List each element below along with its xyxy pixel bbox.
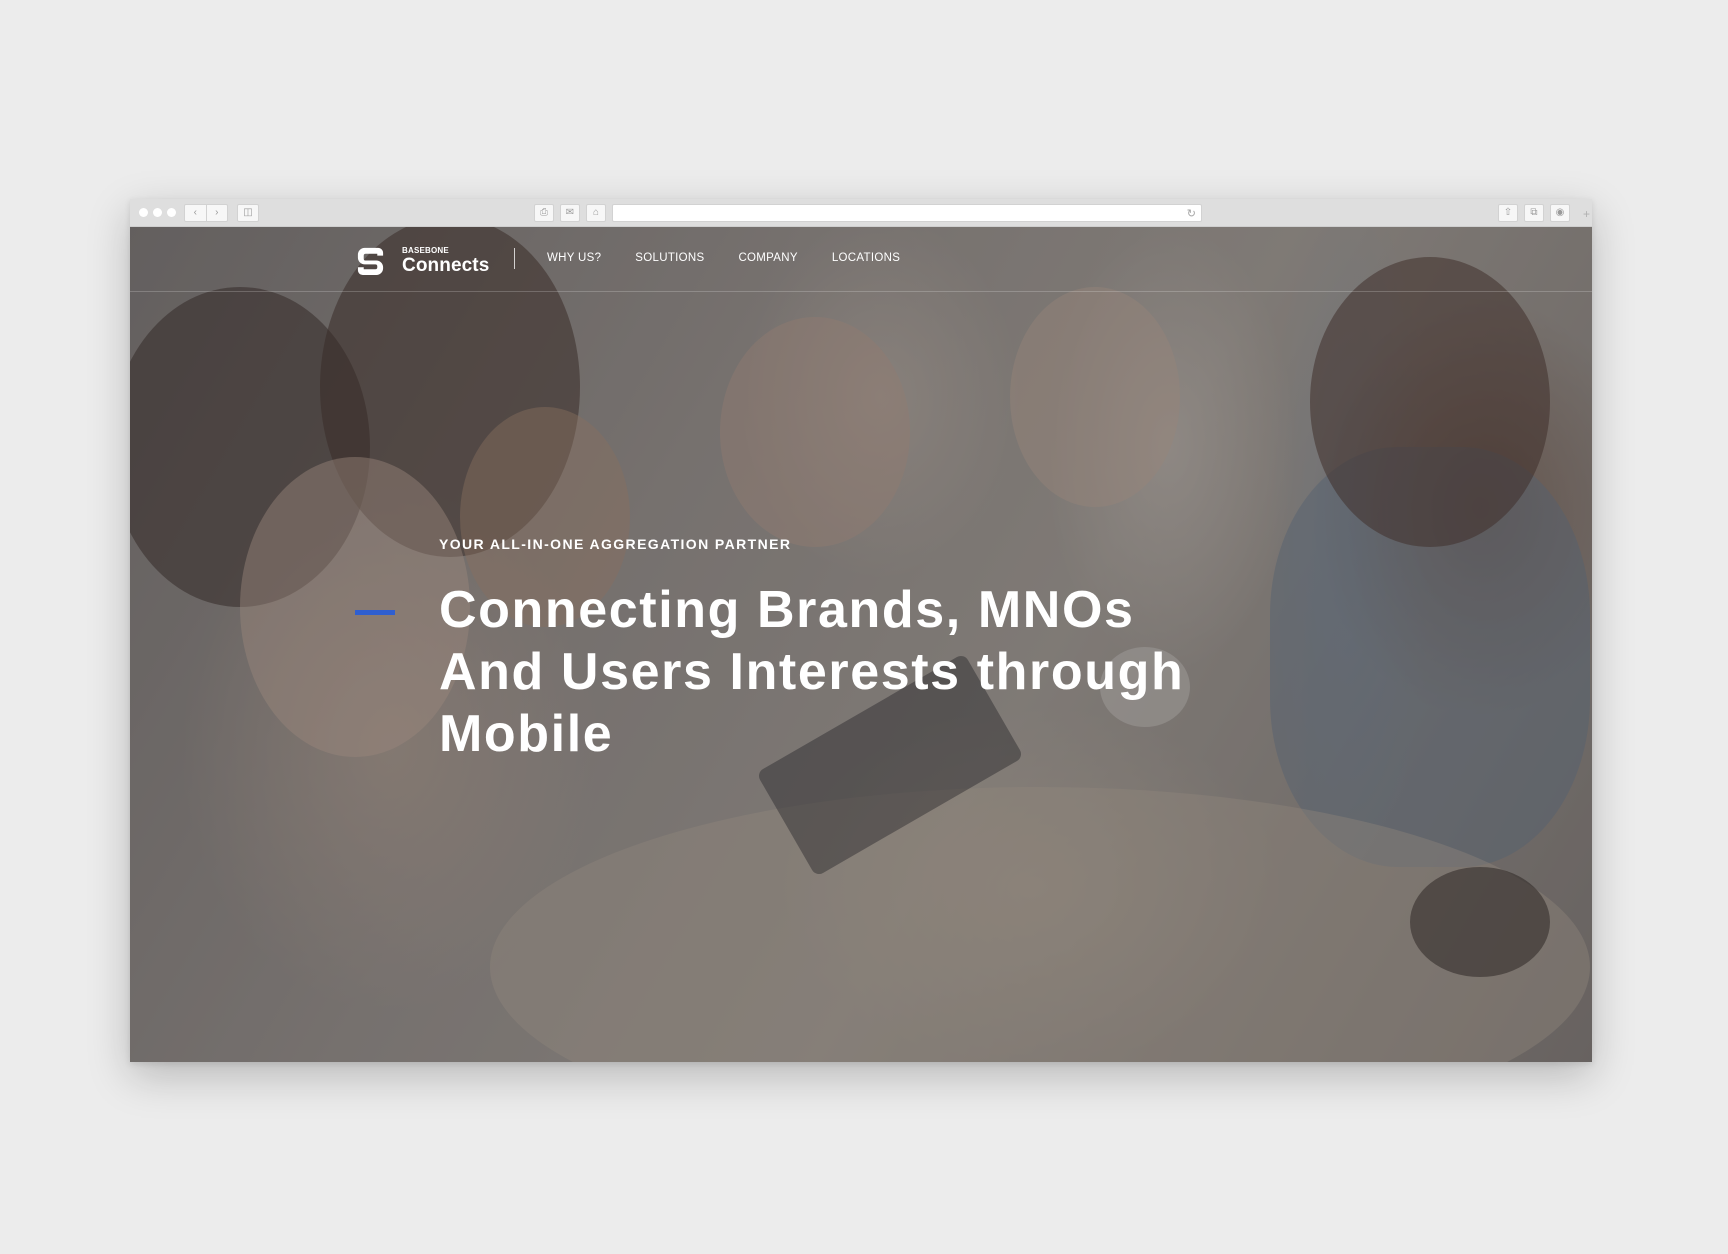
site-header: BASEBONE Connects WHY US? SOLUTIONS COMP… (130, 227, 1592, 292)
hero-section: BASEBONE Connects WHY US? SOLUTIONS COMP… (130, 227, 1592, 1062)
headline-line: And Users Interests through (439, 643, 1185, 701)
hero-eyebrow: YOUR ALL-IN-ONE AGGREGATION PARTNER (439, 536, 792, 552)
nav-item-locations[interactable]: LOCATIONS (832, 252, 900, 264)
browser-window: ‹ › ◫ ⎙ ✉ ⌂ ↻ ⇧ ⧉ ◉ + BASEBONE Connects … (130, 199, 1592, 1062)
accent-dash (355, 610, 395, 615)
new-tab-icon[interactable]: + (1583, 207, 1590, 221)
chevron-left-icon[interactable]: ‹ (185, 205, 206, 221)
site-logo[interactable]: BASEBONE Connects (355, 245, 489, 276)
nav-item-company[interactable]: COMPANY (738, 252, 797, 264)
headline-line: Connecting Brands, MNOs (439, 581, 1135, 639)
header-divider (514, 248, 515, 269)
headline-line: Mobile (439, 705, 614, 763)
main-nav: WHY US? SOLUTIONS COMPANY LOCATIONS (547, 252, 900, 264)
logo-small-text: BASEBONE (402, 245, 449, 255)
download-icon[interactable]: ◉ (1550, 204, 1570, 222)
toolbar-actions: ⇧ ⧉ ◉ (1498, 204, 1570, 222)
address-area: ⎙ ✉ ⌂ ↻ (534, 204, 1202, 222)
maximize-window-dot[interactable] (167, 208, 176, 217)
sidebar-toggle-icon[interactable]: ◫ (237, 204, 259, 222)
home-icon[interactable]: ⌂ (586, 204, 606, 222)
hero-headline: Connecting Brands, MNOs And Users Intere… (439, 579, 1339, 765)
mail-icon[interactable]: ✉ (560, 204, 580, 222)
close-window-dot[interactable] (139, 208, 148, 217)
minimize-window-dot[interactable] (153, 208, 162, 217)
logo-wordmark: BASEBONE Connects (402, 245, 490, 276)
browser-toolbar: ‹ › ◫ ⎙ ✉ ⌂ ↻ ⇧ ⧉ ◉ + (130, 199, 1592, 227)
nav-item-why-us[interactable]: WHY US? (547, 252, 601, 264)
share-icon[interactable]: ⇧ (1498, 204, 1518, 222)
reload-icon[interactable]: ↻ (1187, 207, 1196, 220)
history-buttons: ‹ › (184, 204, 228, 222)
chevron-right-icon[interactable]: › (205, 205, 228, 221)
address-bar[interactable]: ↻ (612, 204, 1202, 222)
print-icon[interactable]: ⎙ (534, 204, 554, 222)
basebone-logo-icon (357, 247, 384, 276)
logo-big-text: Connects (402, 254, 490, 276)
tabs-overview-icon[interactable]: ⧉ (1524, 204, 1544, 222)
nav-item-solutions[interactable]: SOLUTIONS (635, 252, 704, 264)
window-controls (139, 208, 176, 217)
